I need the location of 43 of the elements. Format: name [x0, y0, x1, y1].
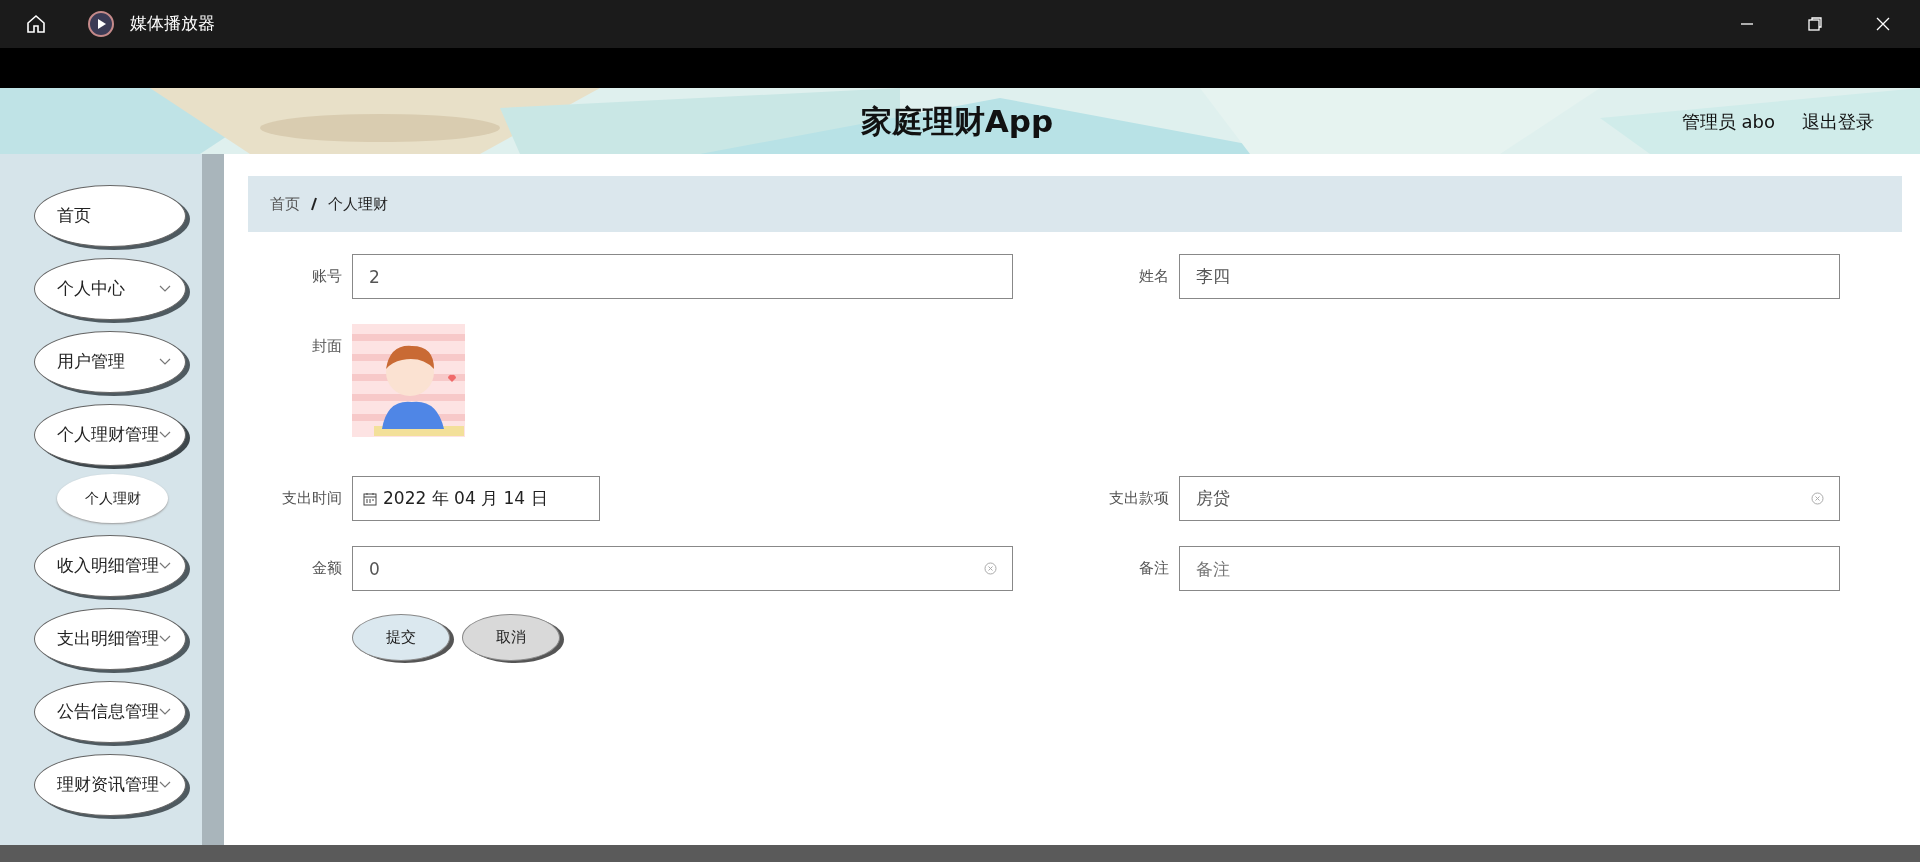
field-label: 支出款项 [1108, 488, 1170, 509]
logout-link[interactable]: 退出登录 [1802, 107, 1874, 135]
breadcrumb-link[interactable]: 首页 [270, 192, 300, 216]
chevron-icon [159, 285, 171, 293]
input-field[interactable]: 房贷 [1179, 476, 1840, 521]
input-field[interactable]: 李四 [1179, 254, 1840, 299]
submit-button[interactable]: 提交 [352, 614, 450, 661]
chevron-icon [159, 635, 171, 643]
field-label: 封面 [311, 336, 343, 357]
sidebar-item[interactable]: 个人理财管理 [34, 404, 186, 466]
sidebar-item[interactable]: 个人中心 [34, 258, 186, 320]
separator-icon [310, 197, 318, 211]
input-field[interactable]: 0 [352, 546, 1013, 591]
sidebar-item[interactable]: 理财资讯管理 [34, 754, 186, 816]
submenu-item[interactable]: 个人理财 [57, 474, 168, 523]
home-icon[interactable] [25, 13, 47, 35]
sidebar-item[interactable]: 收入明细管理 [34, 535, 186, 597]
sidebar-item[interactable]: 用户管理 [34, 331, 186, 393]
window-title: 媒体播放器 [130, 12, 215, 36]
chevron-icon [159, 358, 171, 366]
cancel-button[interactable]: 取消 [462, 614, 560, 661]
input-field[interactable]: 备注 [1179, 546, 1840, 591]
sidebar-item[interactable]: 首页 [34, 185, 186, 247]
play-icon [88, 11, 114, 37]
calendar-icon [363, 491, 377, 506]
chevron-icon [159, 781, 171, 789]
field-label: 备注 [1138, 558, 1170, 579]
sidebar-item[interactable]: 支出明细管理 [34, 608, 186, 670]
admin-name: 管理员 abo [1681, 109, 1775, 134]
sidebar-item[interactable]: 公告信息管理 [34, 681, 186, 743]
chevron-icon [159, 431, 171, 439]
chevron-icon [159, 708, 171, 716]
app-title: 家庭理财App [860, 101, 1054, 141]
field-label: 支出时间 [281, 488, 343, 509]
close-icon[interactable] [1875, 16, 1891, 32]
field-label: 账号 [311, 266, 343, 287]
breadcrumb-current: 个人理财 [328, 193, 388, 215]
input-field[interactable]: 2 [352, 254, 1013, 299]
chevron-icon [159, 562, 171, 570]
field-label: 金额 [311, 558, 343, 579]
date-field[interactable]: 2022 年 04 月 14 日 [352, 476, 600, 521]
restore-icon[interactable] [1807, 16, 1823, 32]
field-label: 姓名 [1138, 266, 1170, 287]
